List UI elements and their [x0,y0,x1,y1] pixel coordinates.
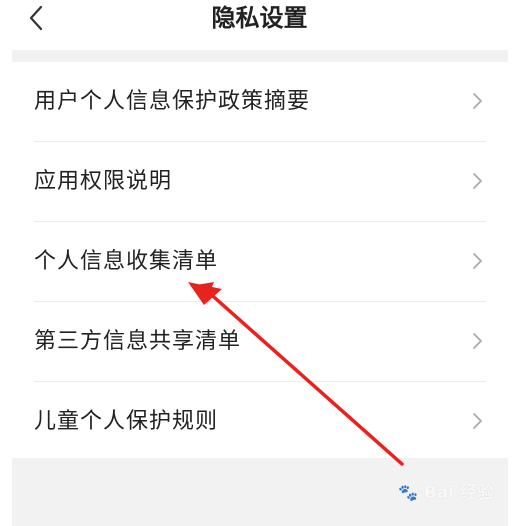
list-item-label: 应用权限说明 [34,169,173,194]
list-item-children-rules[interactable]: 儿童个人保护规则 [34,382,486,461]
chevron-left-icon [29,5,43,31]
chevron-right-icon [473,253,482,269]
list-item-label: 用户个人信息保护政策摘要 [34,89,311,114]
privacy-settings-screen: 隐私设置 用户个人信息保护政策摘要 应用权限说明 个人信息收集清单 第三方信息共… [0,0,519,526]
list-item-label: 第三方信息共享清单 [34,329,242,354]
list-item-app-permissions[interactable]: 应用权限说明 [34,142,486,222]
back-button[interactable] [24,4,52,32]
page-title: 隐私设置 [211,4,308,32]
top-bar: 隐私设置 [0,0,519,50]
paw-icon: 🐾 [398,483,418,502]
chevron-right-icon [473,173,482,189]
chevron-right-icon [473,333,482,349]
chevron-right-icon [473,413,482,429]
list-item-info-collection[interactable]: 个人信息收集清单 [34,222,486,302]
list-item-third-party-sharing[interactable]: 第三方信息共享清单 [34,302,486,382]
chevron-right-icon [473,93,482,109]
list-item-policy-summary[interactable]: 用户个人信息保护政策摘要 [34,62,486,142]
list-item-label: 个人信息收集清单 [34,249,219,274]
section-divider [12,50,508,62]
list-item-label: 儿童个人保护规则 [34,409,219,434]
watermark: 🐾 Bai 经验 [398,478,508,508]
watermark-text: Bai 经验 [423,483,495,503]
settings-list: 用户个人信息保护政策摘要 应用权限说明 个人信息收集清单 第三方信息共享清单 儿… [12,62,508,458]
